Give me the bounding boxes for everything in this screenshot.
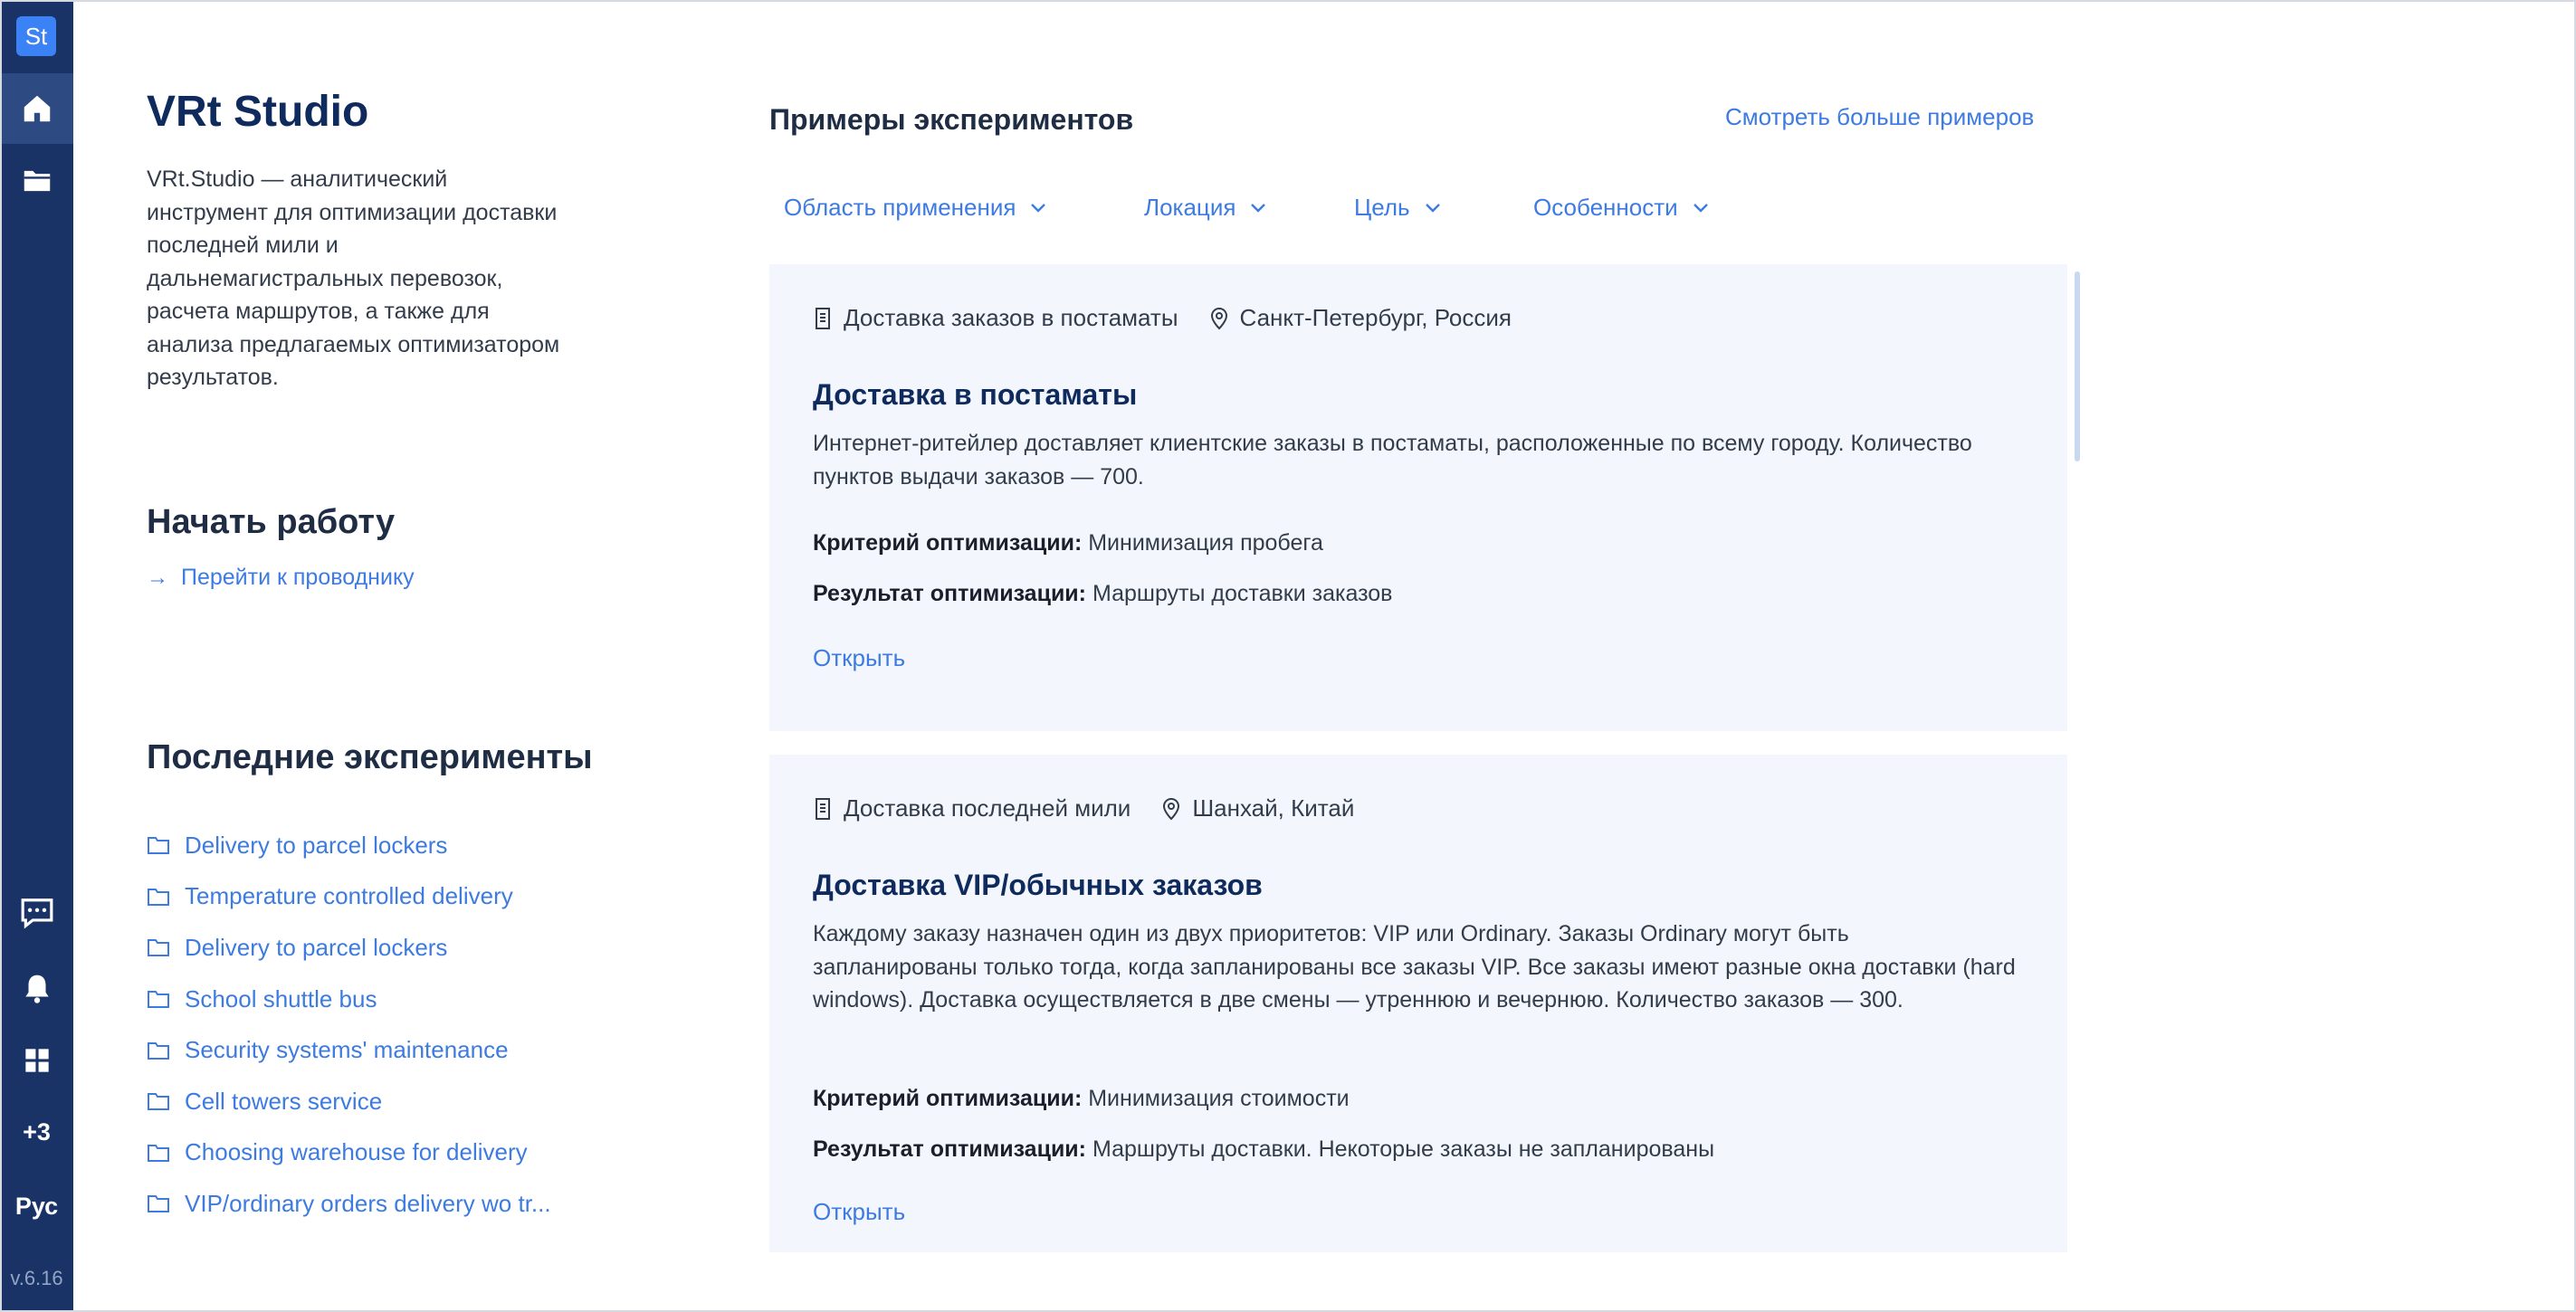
- card-category: Доставка заказов в постаматы: [844, 304, 1178, 331]
- examples-scrollbar[interactable]: [2075, 271, 2080, 461]
- example-card: Доставка заказов в постаматы Санкт-Петер…: [769, 264, 2067, 731]
- recent-experiments-list: Delivery to parcel lockers Temperature c…: [147, 820, 551, 1230]
- document-icon: [816, 307, 830, 329]
- card-criterion: Критерий оптимизации: Минимизация стоимо…: [813, 1086, 1350, 1111]
- recent-item[interactable]: Security systems' maintenance: [147, 1024, 551, 1076]
- guide-link[interactable]: → Перейти к проводнику: [147, 565, 415, 591]
- home-icon: [24, 95, 50, 122]
- card-title: Доставка в постаматы: [813, 378, 1138, 411]
- chevron-down-icon: [1031, 203, 1046, 213]
- arrow-right-icon: →: [147, 565, 168, 590]
- recent-heading: Последние эксперименты: [147, 738, 593, 776]
- folder-outline-icon: [148, 837, 169, 855]
- folder-outline-icon: [148, 1093, 169, 1111]
- apps-grid-icon: [24, 1049, 49, 1072]
- folder-outline-icon: [148, 939, 169, 957]
- app-logo[interactable]: St: [16, 16, 56, 56]
- card-meta: Доставка последней мили Шанхай, Китай: [813, 794, 1354, 822]
- folder-icon: [24, 170, 50, 192]
- app-version: v.6.16: [10, 1267, 63, 1289]
- card-description: Каждому заказу назначен один из двух при…: [813, 921, 2016, 1013]
- sidebar-home-button[interactable]: [0, 73, 73, 144]
- card-open-link[interactable]: Открыть: [813, 644, 905, 672]
- card-meta: Доставка заказов в постаматы Санкт-Петер…: [813, 304, 1512, 332]
- recent-item[interactable]: Choosing warehouse for delivery: [147, 1127, 551, 1179]
- filter-goal[interactable]: Цель: [1354, 194, 1533, 222]
- recent-item[interactable]: Temperature controlled delivery: [147, 871, 551, 923]
- card-location: Шанхай, Китай: [1161, 794, 1354, 822]
- sidebar-notifications-button[interactable]: [0, 953, 73, 1023]
- card-criterion: Критерий оптимизации: Минимизация пробег…: [813, 530, 1323, 556]
- app-description: VRt.Studio — аналитический инструмент дл…: [147, 166, 560, 390]
- guide-link-label: Перейти к проводнику: [181, 565, 415, 590]
- folder-outline-icon: [148, 1041, 169, 1060]
- recent-item[interactable]: Delivery to parcel lockers: [147, 820, 551, 871]
- chevron-down-icon: [1251, 203, 1266, 213]
- document-icon: [816, 797, 830, 820]
- bell-icon: [24, 974, 49, 1003]
- recent-item[interactable]: Cell towers service: [147, 1076, 551, 1127]
- app-title: VRt Studio: [147, 88, 369, 136]
- folder-outline-icon: [148, 991, 169, 1009]
- location-pin-icon: [1210, 307, 1227, 329]
- recent-item[interactable]: School shuttle bus: [147, 974, 551, 1025]
- filter-location[interactable]: Локация: [1144, 194, 1354, 222]
- start-heading: Начать работу: [147, 503, 396, 541]
- sidebar-more-count[interactable]: +3: [0, 1118, 73, 1146]
- example-card: Доставка последней мили Шанхай, Китай До…: [769, 755, 2067, 1252]
- recent-item[interactable]: Delivery to parcel lockers: [147, 922, 551, 974]
- filter-features[interactable]: Особенности: [1533, 194, 1709, 222]
- more-examples-link[interactable]: Смотреть больше примеров: [1725, 103, 2034, 131]
- folder-outline-icon: [148, 1144, 169, 1162]
- card-open-link[interactable]: Открыть: [813, 1198, 905, 1226]
- card-result: Результат оптимизации: Маршруты доставки…: [813, 1136, 1715, 1162]
- sidebar-projects-button[interactable]: [0, 146, 73, 216]
- chevron-down-icon: [1693, 203, 1708, 213]
- card-description: Интернет-ритейлер доставляет клиентские …: [813, 431, 1972, 490]
- language-switch[interactable]: Рус: [0, 1193, 73, 1221]
- folder-outline-icon: [148, 888, 169, 906]
- recent-item[interactable]: VIP/ordinary orders delivery wo tr...: [147, 1178, 551, 1230]
- filter-application-area[interactable]: Область применения: [784, 194, 1144, 222]
- chevron-down-icon: [1425, 203, 1440, 213]
- card-title: Доставка VIP/обычных заказов: [813, 869, 1263, 901]
- card-result: Результат оптимизации: Маршруты доставки…: [813, 581, 1393, 606]
- sidebar: St +3 Рус v.6.16: [0, 0, 73, 1312]
- sidebar-chat-button[interactable]: [0, 878, 73, 948]
- sidebar-apps-button[interactable]: [0, 1025, 73, 1096]
- examples-heading: Примеры экспериментов: [769, 103, 1134, 136]
- location-pin-icon: [1163, 797, 1180, 820]
- card-location: Санкт-Петербург, Россия: [1209, 304, 1512, 332]
- card-category: Доставка последней мили: [844, 794, 1131, 822]
- chat-icon: [21, 898, 52, 929]
- folder-outline-icon: [148, 1195, 169, 1213]
- filters-bar: Область применения Локация Цель Особенно…: [784, 194, 1709, 222]
